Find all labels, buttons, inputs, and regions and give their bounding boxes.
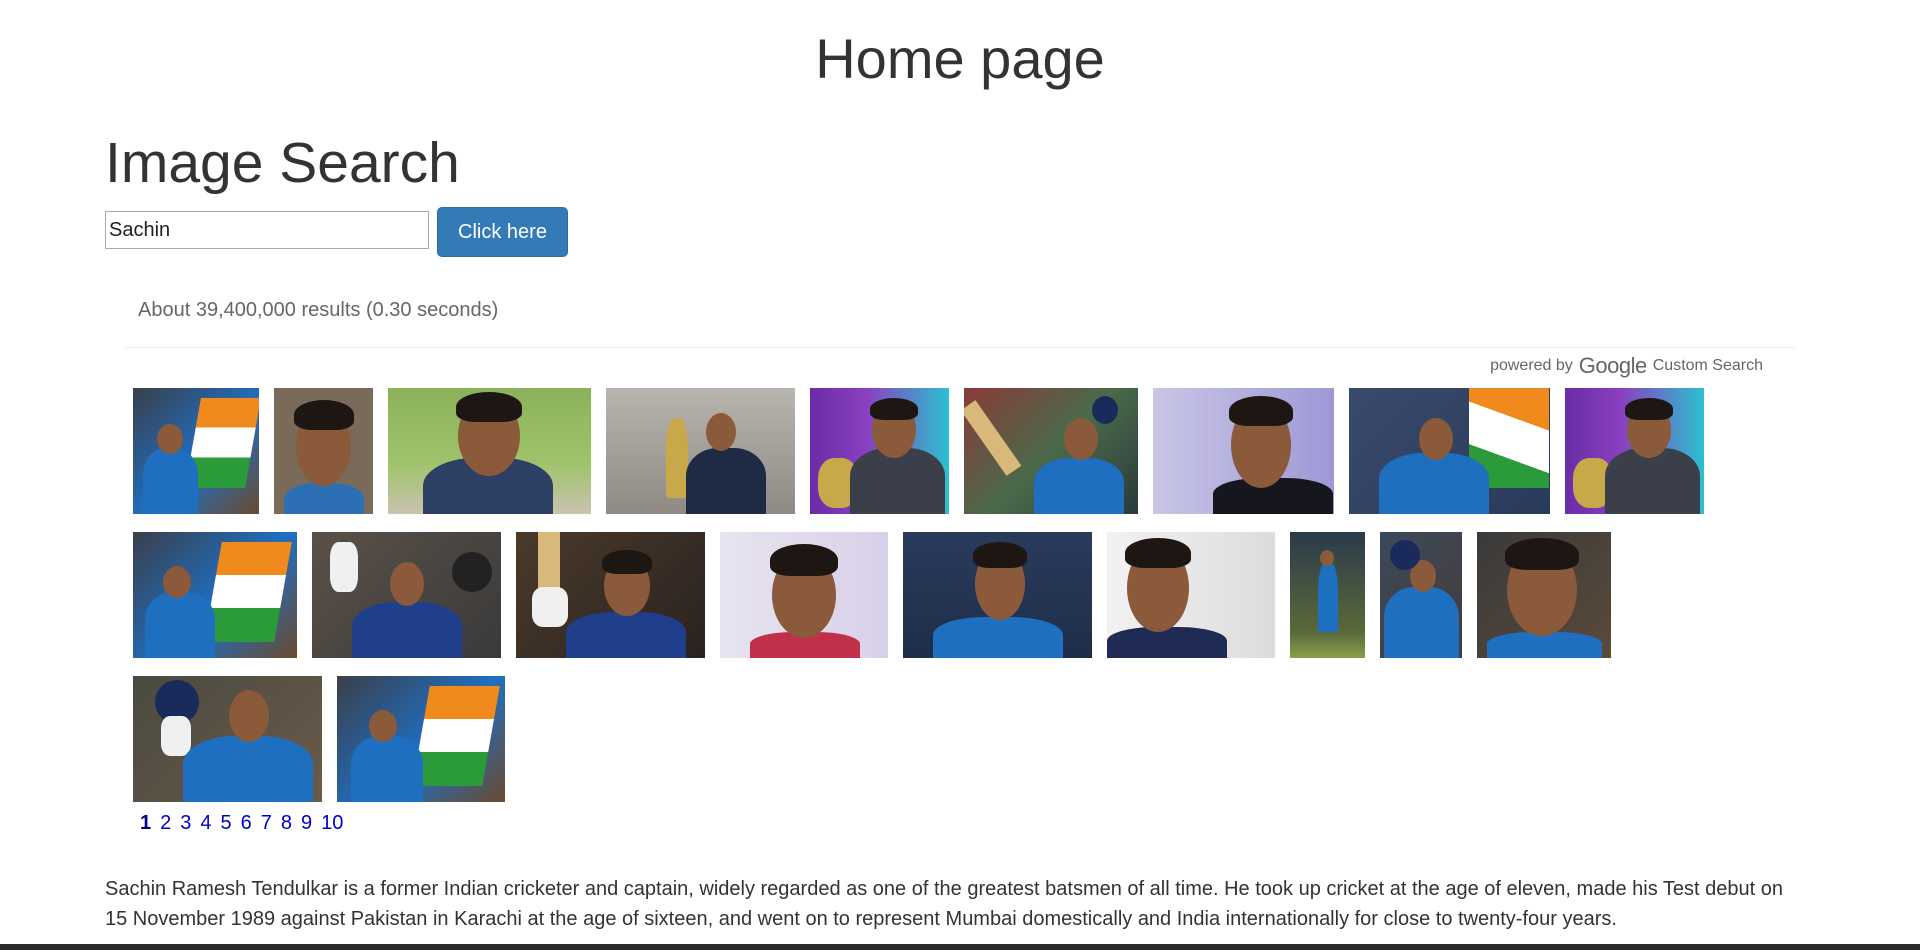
page-link-10[interactable]: 10 — [321, 812, 343, 835]
search-button[interactable]: Click here — [437, 207, 568, 257]
google-logo: Google — [1578, 353, 1647, 378]
image-result[interactable] — [810, 388, 949, 514]
image-result[interactable] — [606, 388, 795, 514]
image-result[interactable] — [1565, 388, 1704, 514]
branding-suffix: Custom Search — [1652, 357, 1763, 374]
pagination: 1 2 3 4 5 6 7 8 9 10 — [140, 812, 343, 835]
image-result[interactable] — [964, 388, 1138, 514]
page-link-6[interactable]: 6 — [241, 812, 252, 835]
page-link-2[interactable]: 2 — [160, 812, 171, 835]
image-result[interactable] — [1290, 532, 1365, 658]
image-result[interactable] — [1477, 532, 1611, 658]
image-results-row-3 — [133, 676, 505, 802]
image-result[interactable] — [133, 676, 322, 802]
image-result[interactable] — [903, 532, 1092, 658]
image-result[interactable] — [337, 676, 505, 802]
image-result[interactable] — [1380, 532, 1462, 658]
image-result[interactable] — [312, 532, 501, 658]
image-result[interactable] — [388, 388, 591, 514]
results-summary: About 39,400,000 results (0.30 seconds) — [138, 299, 499, 321]
page-link-1[interactable]: 1 — [140, 812, 151, 835]
results-divider — [125, 347, 1795, 348]
taskbar-strip — [0, 944, 1920, 950]
google-branding[interactable]: powered by Google Custom Search — [1490, 353, 1763, 379]
image-result[interactable] — [720, 532, 888, 658]
page-link-9[interactable]: 9 — [301, 812, 312, 835]
page-link-3[interactable]: 3 — [180, 812, 191, 835]
image-result[interactable] — [133, 388, 259, 514]
image-result[interactable] — [133, 532, 297, 658]
image-result[interactable] — [1349, 388, 1550, 514]
image-result[interactable] — [1107, 532, 1275, 658]
page-title: Home page — [815, 27, 1105, 90]
image-result[interactable] — [1153, 388, 1334, 514]
search-input[interactable] — [105, 211, 429, 249]
image-search-heading: Image Search — [105, 131, 460, 195]
image-results-row-1 — [133, 388, 1704, 514]
page-link-4[interactable]: 4 — [200, 812, 211, 835]
branding-prefix: powered by — [1490, 357, 1573, 374]
bio-paragraph: Sachin Ramesh Tendulkar is a former Indi… — [105, 878, 1783, 930]
image-result[interactable] — [516, 532, 705, 658]
page-link-7[interactable]: 7 — [261, 812, 272, 835]
image-results-row-2 — [133, 532, 1611, 658]
page-link-8[interactable]: 8 — [281, 812, 292, 835]
page-link-5[interactable]: 5 — [221, 812, 232, 835]
image-result[interactable] — [274, 388, 373, 514]
